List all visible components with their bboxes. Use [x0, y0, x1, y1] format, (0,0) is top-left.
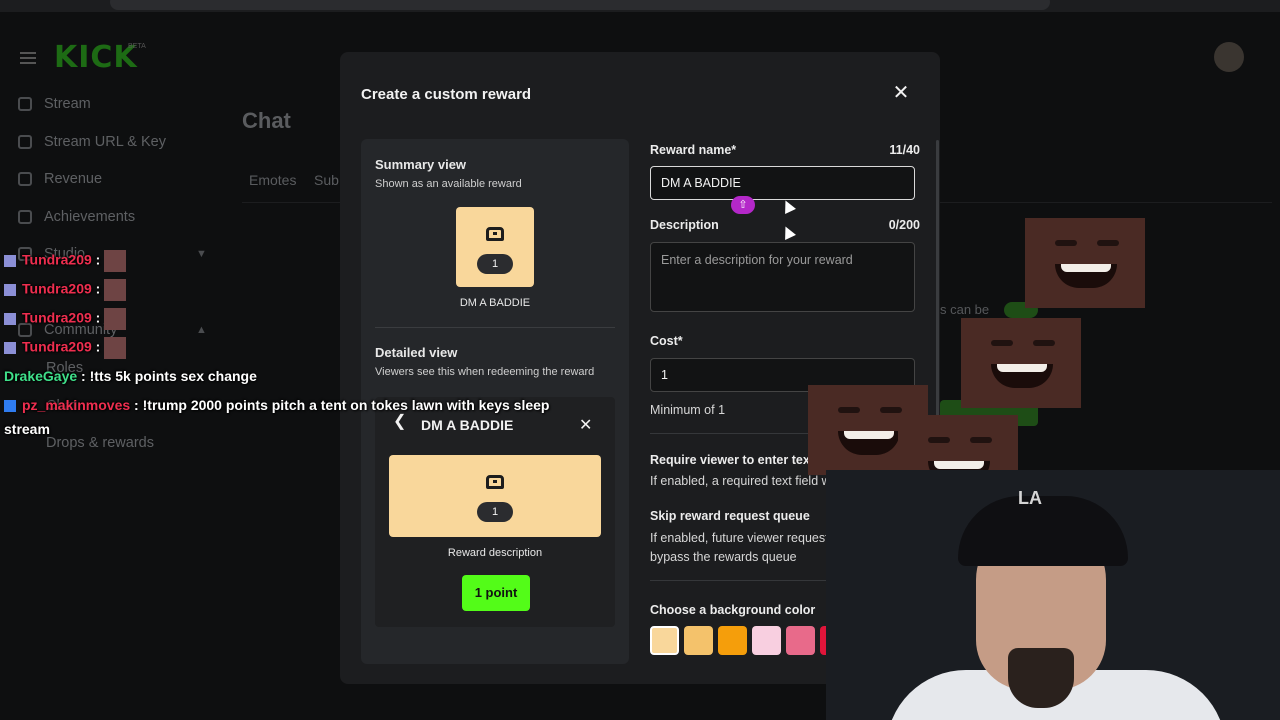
chat-message: Tundra209 :: [4, 279, 127, 301]
color-swatch[interactable]: [650, 626, 679, 655]
chat-username[interactable]: Tundra209: [22, 252, 92, 268]
emote-overlay: [1025, 218, 1145, 308]
require-text-label: Require viewer to enter tex: [650, 453, 810, 467]
skip-queue-label: Skip reward request queue: [650, 509, 810, 523]
sidebar-item-revenue[interactable]: Revenue: [18, 169, 102, 189]
modal-title: Create a custom reward: [361, 86, 532, 103]
chevron-down-icon[interactable]: ▼: [196, 248, 207, 260]
divider: [375, 327, 615, 328]
chat-badge-icon: [4, 284, 16, 296]
caps-lock-icon: ⇧: [731, 196, 755, 214]
summary-reward-name: DM A BADDIE: [459, 297, 531, 309]
detailed-reward-card: 1: [389, 455, 601, 537]
reward-name-counter: 11/40: [889, 143, 920, 157]
cap-logo-icon: LA: [1018, 488, 1042, 508]
sidebar-item-stream[interactable]: Stream: [18, 94, 91, 114]
chat-message: Tundra209 :: [4, 308, 127, 330]
chat-text: :: [91, 309, 101, 326]
beta-badge: BETA: [128, 43, 146, 50]
chat-username[interactable]: DrakeGaye: [4, 368, 77, 384]
chat-username[interactable]: Tundra209: [22, 310, 92, 326]
sidebar-item-achievements[interactable]: Achievements: [18, 207, 135, 227]
chevron-up-icon[interactable]: ▲: [196, 324, 207, 336]
chat-text: :: [91, 280, 101, 297]
color-swatch[interactable]: [718, 626, 747, 655]
reward-name-label: Reward name*: [650, 143, 737, 157]
detailed-preview: ❮ DM A BADDIE ✕ 1 Reward description 1 p…: [375, 397, 615, 627]
address-bar[interactable]: [110, 0, 1050, 10]
chat-message: pz_makinmoves : !trump 2000 points pitch…: [4, 397, 549, 413]
color-swatch[interactable]: [752, 626, 781, 655]
color-swatch[interactable]: [786, 626, 815, 655]
chat-emote-icon: [104, 279, 127, 301]
sidebar-item-stream-url[interactable]: Stream URL & Key: [18, 132, 166, 152]
description-input[interactable]: [650, 242, 915, 312]
summary-view-heading: Summary view: [375, 157, 467, 172]
background-setting-text: s can be: [940, 302, 990, 317]
menu-icon[interactable]: [20, 52, 36, 64]
browser-toolbar: [0, 0, 1280, 12]
color-swatch[interactable]: [684, 626, 713, 655]
back-arrow-icon[interactable]: ❮: [393, 411, 406, 431]
detailed-reward-title: DM A BADDIE: [421, 417, 514, 433]
summary-view-subtitle: Shown as an available reward: [375, 178, 522, 190]
emote-overlay: [961, 318, 1081, 408]
cost-pill: 1: [477, 254, 513, 274]
page-title: Chat: [242, 108, 291, 133]
chest-icon: [486, 475, 504, 489]
trophy-icon: [18, 210, 32, 224]
detailed-view-heading: Detailed view: [375, 345, 458, 360]
background-color-label: Choose a background color: [650, 603, 816, 617]
chat-message: Tundra209 :: [4, 250, 127, 272]
chat-emote-icon: [104, 308, 127, 330]
chat-message: DrakeGaye : !tts 5k points sex change: [4, 368, 257, 384]
sidebar-item-drops-rewards[interactable]: Drops & rewards: [46, 433, 154, 453]
broadcast-icon: [18, 97, 32, 111]
chat-text: : !tts 5k points sex change: [77, 368, 257, 384]
chat-text: :: [91, 251, 101, 268]
chart-icon: [18, 172, 32, 186]
detailed-view-subtitle: Viewers see this when redeeming the rewa…: [375, 366, 595, 378]
tab-sub[interactable]: Sub: [314, 172, 339, 188]
chat-message: Tundra209 :: [4, 337, 127, 359]
close-icon[interactable]: ✕: [579, 415, 592, 435]
chat-badge-icon: [4, 255, 16, 267]
kick-logo[interactable]: KICK: [54, 40, 138, 75]
chat-emote-icon: [104, 337, 127, 359]
chat-message: stream: [4, 421, 50, 437]
cost-pill: 1: [477, 502, 513, 522]
chat-emote-icon: [104, 250, 127, 272]
description-label: Description: [650, 218, 719, 232]
chat-badge-icon: [4, 342, 16, 354]
link-icon: [18, 135, 32, 149]
chat-text: : !trump 2000 points pitch a tent on tok…: [130, 397, 550, 413]
description-counter: 0/200: [888, 218, 920, 232]
chat-badge-icon: [4, 313, 16, 325]
chat-username[interactable]: pz_makinmoves: [22, 397, 130, 413]
chest-icon: [486, 227, 504, 241]
reward-name-input[interactable]: [650, 166, 915, 200]
chat-badge-icon: [4, 400, 16, 413]
chat-text: :: [91, 338, 101, 355]
chat-username[interactable]: Tundra209: [22, 339, 92, 355]
avatar[interactable]: [1214, 42, 1244, 72]
webcam-overlay: LA: [826, 470, 1280, 720]
chat-username[interactable]: Tundra209: [22, 281, 92, 297]
tab-emotes[interactable]: Emotes: [249, 172, 296, 188]
redeem-points-button[interactable]: 1 point: [462, 575, 530, 611]
summary-reward-card: 1: [456, 207, 534, 287]
cost-label: Cost*: [650, 334, 683, 348]
close-icon[interactable]: ✕: [890, 82, 912, 104]
reward-description-preview: Reward description: [447, 547, 543, 559]
